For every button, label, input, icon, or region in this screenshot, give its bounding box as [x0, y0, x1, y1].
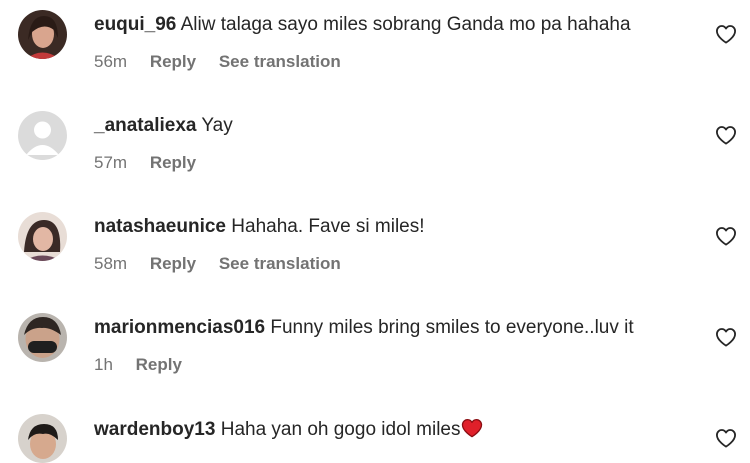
- username[interactable]: marionmencias016: [94, 317, 265, 338]
- heart-outline-icon[interactable]: [715, 226, 737, 246]
- comment-item: euqui_96 Aliw talaga sayo miles sobrang …: [0, 0, 750, 100]
- heart-outline-icon[interactable]: [715, 428, 737, 448]
- avatar[interactable]: [18, 414, 67, 463]
- comment-item: wardenboy13 Haha yan oh gogo idol miles: [0, 404, 750, 463]
- username[interactable]: _anataliexa: [94, 115, 196, 136]
- comment-text: Funny miles bring smiles to everyone..lu…: [270, 317, 634, 338]
- comment-text: Haha yan oh gogo idol miles: [220, 419, 461, 440]
- see-translation-button[interactable]: See translation: [219, 52, 341, 71]
- avatar[interactable]: [18, 212, 67, 261]
- comment-item: _anataliexa Yay 57m Reply: [0, 101, 750, 201]
- heart-outline-icon[interactable]: [715, 327, 737, 347]
- avatar[interactable]: [18, 313, 67, 362]
- reply-button[interactable]: Reply: [150, 153, 196, 172]
- timestamp: 1h: [94, 355, 113, 374]
- reply-button[interactable]: Reply: [150, 254, 196, 273]
- comment-text: Aliw talaga sayo miles sobrang Ganda mo …: [180, 14, 631, 35]
- see-translation-button[interactable]: See translation: [219, 254, 341, 273]
- timestamp: 58m: [94, 254, 128, 273]
- timestamp: 56m: [94, 52, 128, 71]
- heart-outline-icon[interactable]: [715, 24, 737, 44]
- comment-item: natashaeunice Hahaha. Fave si miles! 58m…: [0, 202, 750, 302]
- username[interactable]: euqui_96: [94, 14, 176, 35]
- username[interactable]: natashaeunice: [94, 216, 226, 237]
- red-heart-icon: [461, 418, 483, 438]
- avatar[interactable]: [18, 10, 67, 59]
- reply-button[interactable]: Reply: [136, 355, 182, 374]
- username[interactable]: wardenboy13: [94, 419, 215, 440]
- comment-item: marionmencias016 Funny miles bring smile…: [0, 303, 750, 403]
- avatar[interactable]: [18, 111, 67, 160]
- timestamp: 57m: [94, 153, 128, 172]
- comment-text: Hahaha. Fave si miles!: [231, 216, 425, 237]
- reply-button[interactable]: Reply: [150, 52, 196, 71]
- heart-outline-icon[interactable]: [715, 125, 737, 145]
- comment-text: Yay: [201, 115, 233, 136]
